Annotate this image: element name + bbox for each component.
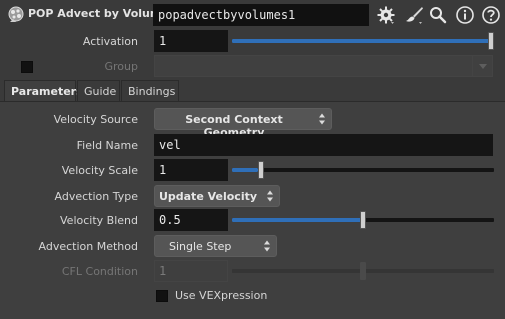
velocity-scale-field[interactable]: 1 xyxy=(154,159,228,181)
velocity-scale-slider[interactable] xyxy=(232,159,494,181)
group-field xyxy=(154,55,493,77)
velocity-source-row: Velocity Source Second Context Geometry xyxy=(0,108,505,139)
group-label: Group xyxy=(104,60,139,73)
info-icon[interactable] xyxy=(455,5,475,25)
advection-type-label: Advection Type xyxy=(54,190,138,203)
slider-handle xyxy=(360,262,366,280)
activation-slider[interactable] xyxy=(232,30,494,52)
velocity-source-menu[interactable]: Second Context Geometry xyxy=(154,108,332,139)
field-name-row: Field Name vel xyxy=(0,134,505,158)
group-dropdown-button xyxy=(472,56,492,76)
cfl-condition-slider xyxy=(232,260,494,282)
activation-field[interactable]: 1 xyxy=(154,30,228,52)
search-icon[interactable] xyxy=(428,5,448,25)
use-vexpression-label: Use VEXpression xyxy=(175,289,268,302)
parameter-header: POP Advect by Volumes popadvectbyvolumes… xyxy=(0,0,505,30)
advection-type-menu[interactable]: Update Velocity xyxy=(154,185,280,207)
group-enable-checkbox[interactable] xyxy=(21,61,33,73)
tab-parameters[interactable]: Parameters xyxy=(4,80,83,102)
tab-guide[interactable]: Guide xyxy=(77,80,120,102)
velocity-scale-label: Velocity Scale xyxy=(61,164,138,177)
activation-label: Activation xyxy=(82,35,138,48)
brush-icon[interactable] xyxy=(404,5,424,25)
advection-method-value: Single Step xyxy=(169,240,232,253)
parameter-tabs: Parameters Guide Bindings xyxy=(0,80,505,102)
chevron-down-icon xyxy=(479,64,487,69)
slider-handle[interactable] xyxy=(258,161,264,179)
slider-track xyxy=(232,168,494,172)
slider-handle[interactable] xyxy=(488,32,494,50)
slider-fill xyxy=(232,39,494,43)
velocity-blend-label: Velocity Blend xyxy=(60,214,138,227)
field-name-input[interactable]: vel xyxy=(154,134,493,156)
slider-fill xyxy=(232,218,363,222)
velocity-source-label: Velocity Source xyxy=(53,113,138,126)
advection-type-value: Update Velocity xyxy=(158,190,258,203)
velocity-blend-slider[interactable] xyxy=(232,209,494,231)
cfl-condition-field: 1 xyxy=(154,260,228,282)
activation-row: Activation 1 xyxy=(0,30,505,54)
menu-updown-icon xyxy=(267,190,273,202)
node-type-icon xyxy=(8,6,24,22)
field-name-label: Field Name xyxy=(76,139,138,152)
velocity-blend-field[interactable]: 0.5 xyxy=(154,209,228,231)
menu-updown-icon xyxy=(264,240,270,252)
advection-type-row: Advection Type Update Velocity xyxy=(0,185,505,209)
slider-handle[interactable] xyxy=(360,211,366,229)
advection-method-menu[interactable]: Single Step xyxy=(154,235,277,257)
menu-updown-icon xyxy=(319,113,325,125)
velocity-blend-row: Velocity Blend 0.5 xyxy=(0,209,505,233)
slider-fill xyxy=(232,168,258,172)
node-name-field[interactable]: popadvectbyvolumes1 xyxy=(153,4,369,26)
tab-bindings[interactable]: Bindings xyxy=(121,80,179,102)
cfl-condition-label: CFL Condition xyxy=(61,265,138,278)
help-icon[interactable] xyxy=(481,5,501,25)
advection-method-label: Advection Method xyxy=(38,240,138,253)
advection-method-row: Advection Method Single Step xyxy=(0,235,505,259)
velocity-scale-row: Velocity Scale 1 xyxy=(0,159,505,183)
cfl-condition-row: CFL Condition 1 xyxy=(0,260,505,284)
use-vexpression-checkbox[interactable] xyxy=(156,290,168,302)
gear-icon[interactable] xyxy=(376,5,396,25)
